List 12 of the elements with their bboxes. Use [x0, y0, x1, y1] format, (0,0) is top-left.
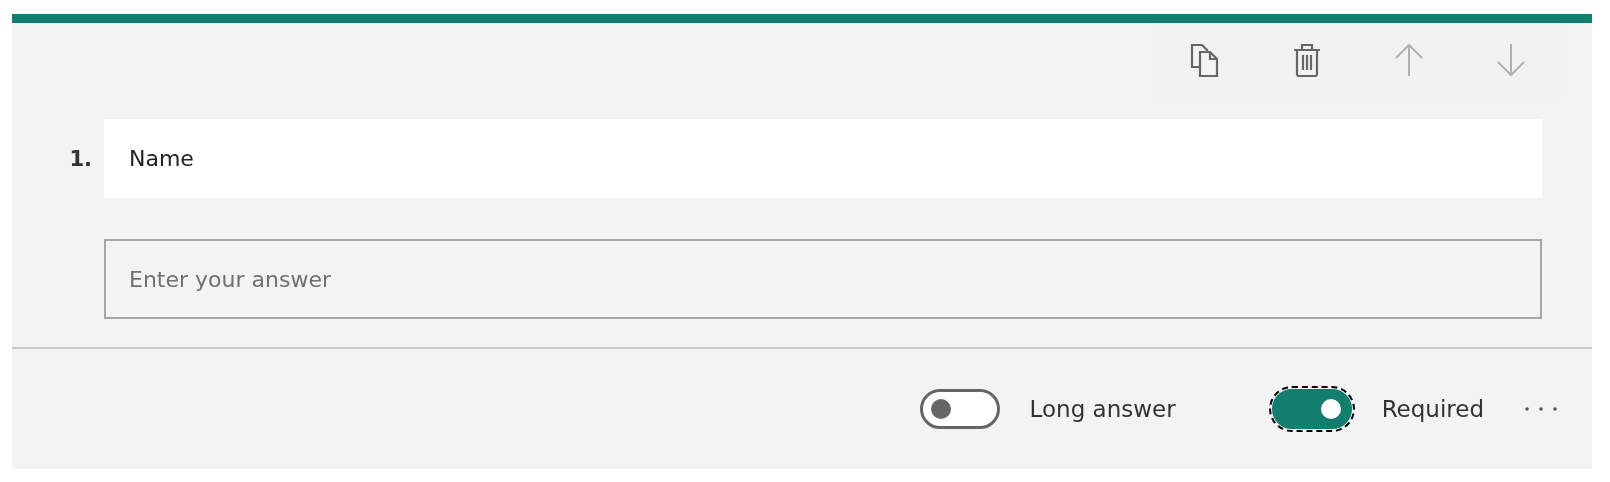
toggle-label: Long answer: [1029, 396, 1176, 422]
toggle-switch[interactable]: [1271, 389, 1352, 429]
arrow-down-icon: [1496, 43, 1526, 77]
question-number: 1.: [68, 146, 93, 171]
toggle-label: Required: [1381, 396, 1484, 422]
answer-field[interactable]: Enter your answer: [104, 239, 1542, 319]
trash-icon: [1293, 43, 1321, 77]
copy-icon: [1190, 43, 1220, 77]
more-icon: [1524, 406, 1558, 412]
arrow-up-icon: [1394, 43, 1424, 77]
toggle-switch[interactable]: [919, 389, 1000, 429]
question-title-field[interactable]: Name: [104, 119, 1542, 198]
